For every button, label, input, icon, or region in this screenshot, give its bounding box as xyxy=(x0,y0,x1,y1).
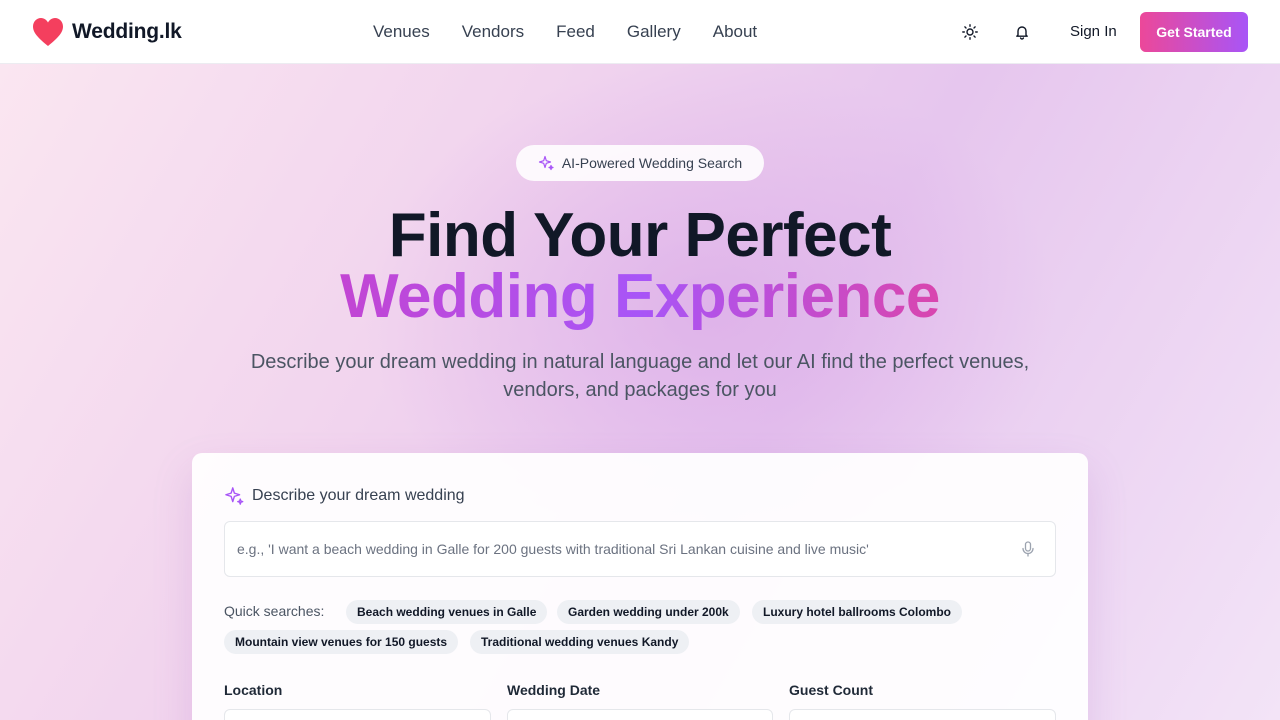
ai-search-input[interactable] xyxy=(237,522,1007,576)
wedding-date-input[interactable] xyxy=(507,709,773,720)
sun-icon xyxy=(962,24,978,40)
nav-feed[interactable]: Feed xyxy=(556,20,595,44)
search-card-header: Describe your dream wedding xyxy=(224,486,465,506)
sign-in-link[interactable]: Sign In xyxy=(1070,22,1117,42)
brand-name: Wedding.lk xyxy=(72,20,182,43)
top-navigation-bar: Wedding.lk Venues Vendors Feed Gallery A… xyxy=(0,0,1280,64)
guest-count-label: Guest Count xyxy=(789,682,873,698)
ai-search-card: Describe your dream wedding Quick search… xyxy=(192,453,1088,720)
theme-toggle-button[interactable] xyxy=(958,20,982,44)
quick-search-chip[interactable]: Luxury hotel ballrooms Colombo xyxy=(752,600,963,624)
bell-icon xyxy=(1016,26,1028,40)
nav-about[interactable]: About xyxy=(713,20,757,44)
hero-title-gradient-text: Wedding Experience xyxy=(340,262,940,331)
ai-badge: AI-Powered Wedding Search xyxy=(516,145,764,181)
location-input[interactable] xyxy=(224,709,491,720)
quick-search-chip[interactable]: Mountain view venues for 150 guests xyxy=(224,630,459,654)
nav-gallery[interactable]: Gallery xyxy=(627,20,681,44)
wedding-date-label: Wedding Date xyxy=(507,682,601,698)
guest-count-input[interactable] xyxy=(789,709,1056,720)
sparkles-icon xyxy=(225,487,244,505)
quick-searches-label: Quick searches: xyxy=(224,603,325,619)
badge-label: AI-Powered Wedding Search xyxy=(561,155,743,171)
main-nav: Venues Vendors Feed Gallery About xyxy=(373,20,789,44)
heart-icon xyxy=(33,18,63,46)
hero-subtitle: Describe your dream wedding in natural l… xyxy=(250,351,1030,401)
nav-vendors[interactable]: Vendors xyxy=(462,20,524,44)
get-started-button[interactable]: Get Started xyxy=(1140,12,1248,52)
notifications-button[interactable] xyxy=(1010,20,1034,44)
quick-search-chip[interactable]: Garden wedding under 200k xyxy=(557,600,740,624)
nav-venues[interactable]: Venues xyxy=(373,20,430,44)
search-card-title: Describe your dream wedding xyxy=(252,487,465,504)
quick-search-chip[interactable]: Traditional wedding venues Kandy xyxy=(470,630,690,654)
ai-search-field[interactable] xyxy=(224,521,1056,577)
brand-logo[interactable]: Wedding.lk xyxy=(32,16,182,48)
sparkles-icon xyxy=(538,155,554,171)
location-label: Location xyxy=(224,682,283,698)
hero-title-line2: Wedding Experience xyxy=(0,261,1280,333)
quick-search-chip[interactable]: Beach wedding venues in Galle xyxy=(346,600,548,624)
microphone-icon[interactable] xyxy=(1019,540,1037,558)
